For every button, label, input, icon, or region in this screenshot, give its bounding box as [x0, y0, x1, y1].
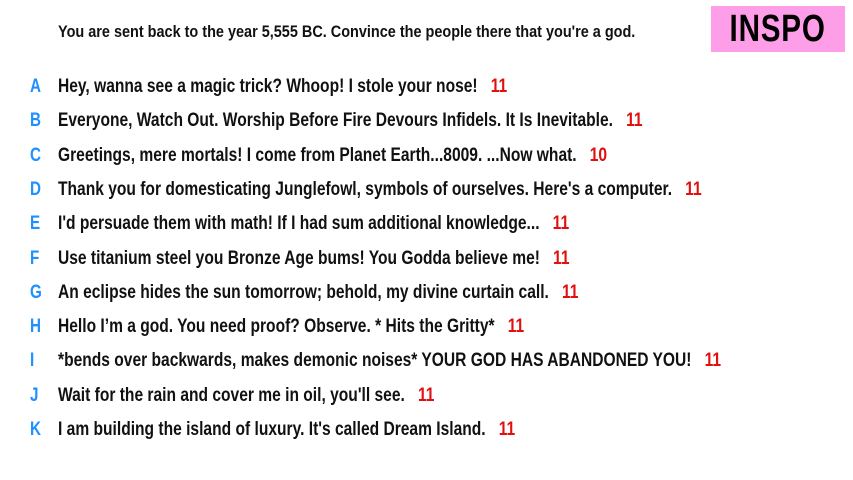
answer-score: 11 — [685, 178, 702, 200]
answer-row: K I am building the island of luxury. It'… — [0, 413, 853, 447]
answer-score: 11 — [561, 281, 579, 303]
answer-text: *bends over backwards, makes demonic noi… — [58, 350, 692, 372]
answer-letter: E — [30, 213, 41, 235]
answer-content: *bends over backwards, makes demonic noi… — [58, 350, 721, 372]
answer-text: Hello I’m a god. You need proof? Observe… — [58, 316, 495, 338]
answer-content: Greetings, mere mortals! I come from Pla… — [58, 145, 607, 167]
answer-text: I am building the island of luxury. It's… — [58, 419, 486, 440]
answer-row: H Hello I’m a god. You need proof? Observ… — [0, 310, 853, 344]
answer-row: A Hey, wanna see a magic trick? Whoop! I … — [0, 70, 853, 104]
answer-content: Hey, wanna see a magic trick? Whoop! I s… — [58, 76, 507, 98]
inspo-badge-label: INSPO — [729, 7, 827, 50]
answer-row: F Use titanium steel you Bronze Age bums!… — [0, 242, 853, 276]
answer-letter: J — [30, 384, 39, 406]
answer-letter: D — [30, 178, 41, 200]
answer-content: Thank you for domesticating Junglefowl, … — [58, 179, 702, 201]
answer-text: Thank you for domesticating Junglefowl, … — [58, 178, 673, 200]
answer-score: 11 — [626, 110, 643, 132]
answer-row: C Greetings, mere mortals! I come from Pl… — [0, 139, 853, 173]
answer-text: I'd persuade them with math! If I had su… — [58, 213, 540, 235]
answer-content: An eclipse hides the sun tomorrow; behol… — [58, 282, 578, 304]
answer-content: I'd persuade them with math! If I had su… — [58, 213, 569, 235]
answer-score: 11 — [498, 419, 516, 440]
answer-score: 11 — [704, 350, 722, 372]
inspo-badge: INSPO — [711, 6, 845, 52]
answer-letter: C — [30, 144, 41, 166]
answer-score: 11 — [553, 247, 570, 269]
answer-letter: G — [30, 281, 42, 303]
answer-letter: H — [30, 316, 41, 338]
answer-content: Wait for the rain and cover me in oil, y… — [58, 385, 434, 407]
answer-row: I *bends over backwards, makes demonic no… — [0, 344, 853, 378]
answer-score: 11 — [507, 316, 525, 338]
answer-row: E I'd persuade them with math! If I had s… — [0, 207, 853, 241]
answer-text: Wait for the rain and cover me in oil, y… — [58, 384, 405, 406]
answer-letter: B — [30, 110, 41, 132]
answer-content: Use titanium steel you Bronze Age bums! … — [58, 248, 570, 270]
answer-score: 11 — [552, 213, 570, 235]
answer-text: Everyone, Watch Out. Worship Before Fire… — [58, 110, 613, 132]
answer-row: D Thank you for domesticating Junglefowl,… — [0, 173, 853, 207]
answer-score: 10 — [589, 144, 608, 166]
answer-score: 11 — [417, 384, 435, 406]
answer-text: Hey, wanna see a magic trick? Whoop! I s… — [58, 76, 478, 97]
answer-letter: A — [30, 76, 41, 97]
answer-text: An eclipse hides the sun tomorrow; behol… — [58, 281, 549, 303]
answer-text: Use titanium steel you Bronze Age bums! … — [58, 247, 540, 269]
answer-score: 11 — [490, 76, 508, 97]
answer-row: G An eclipse hides the sun tomorrow; beho… — [0, 276, 853, 310]
answer-content: Everyone, Watch Out. Worship Before Fire… — [58, 110, 643, 132]
answer-letter: I — [30, 350, 35, 372]
prompt-text: You are sent back to the year 5,555 BC. … — [58, 22, 636, 41]
answer-letter: K — [30, 419, 41, 440]
answer-row: J Wait for the rain and cover me in oil, … — [0, 379, 853, 413]
answer-text: Greetings, mere mortals! I come from Pla… — [58, 144, 577, 166]
answer-row: B Everyone, Watch Out. Worship Before Fir… — [0, 104, 853, 138]
answer-content: I am building the island of luxury. It's… — [58, 419, 515, 441]
answer-letter: F — [30, 247, 40, 269]
answer-content: Hello I’m a god. You need proof? Observe… — [58, 316, 524, 338]
